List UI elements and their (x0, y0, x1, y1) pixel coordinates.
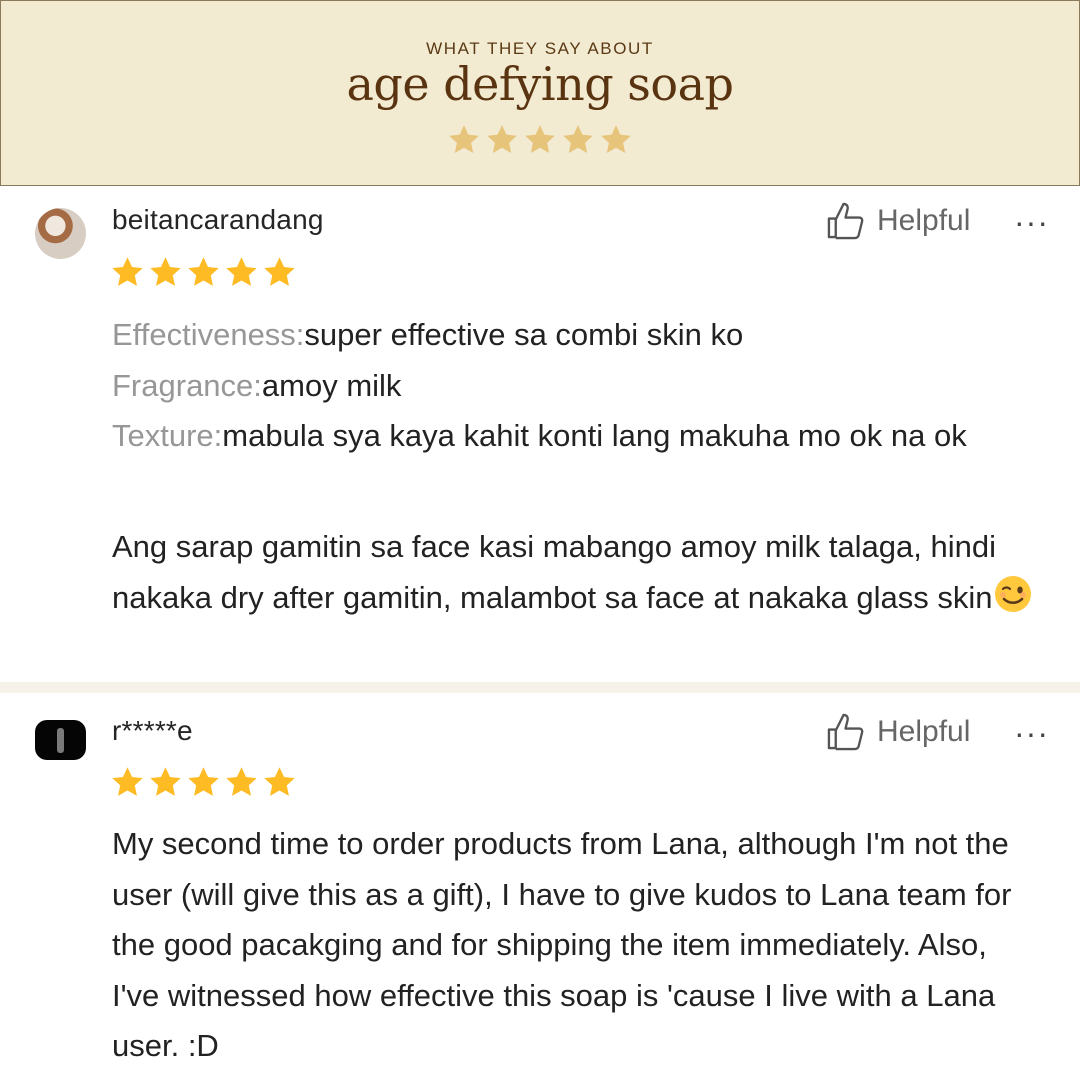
winking-face-emoji-icon (994, 575, 1031, 612)
more-options-button[interactable]: ··· (1014, 202, 1049, 242)
more-options-button[interactable]: ··· (1014, 713, 1049, 753)
star-icon (150, 767, 181, 796)
review-header-banner: WHAT THEY SAY ABOUT age defying soap (0, 0, 1080, 186)
attribute-row: Fragrance:amoy milk (112, 361, 1042, 412)
helpful-label: Helpful (877, 203, 971, 237)
review-card: beitancarandang Helpful ··· Effectivenes… (0, 186, 1080, 682)
header-rating-stars (1, 123, 1079, 157)
review-rating-stars (110, 765, 297, 800)
review-attributes: Effectiveness:super effective sa combi s… (112, 310, 1042, 462)
header-star-icon (449, 125, 479, 154)
helpful-button[interactable]: Helpful (826, 711, 970, 752)
helpful-label: Helpful (877, 714, 971, 748)
attribute-label: Fragrance: (112, 367, 262, 403)
star-icon (226, 767, 257, 796)
review-separator (0, 682, 1080, 693)
star-icon (112, 767, 143, 796)
review-comment: My second time to order products from La… (112, 826, 1012, 1063)
attribute-row: Effectiveness:super effective sa combi s… (112, 310, 1042, 361)
review-comment: Ang sarap gamitin sa face kasi mabango a… (112, 522, 1042, 623)
user-avatar[interactable] (35, 720, 86, 760)
star-icon (264, 767, 295, 796)
avatar-figure (57, 728, 64, 753)
attribute-label: Effectiveness: (112, 317, 305, 352)
attribute-value: amoy milk (261, 367, 402, 403)
user-avatar[interactable] (35, 208, 86, 259)
attribute-value: mabula sya kaya kahit konti lang makuha … (222, 418, 967, 453)
reviewer-username[interactable]: r*****e (112, 715, 193, 747)
reviewer-username[interactable]: beitancarandang (112, 204, 324, 236)
star-icon (226, 257, 257, 286)
header-kicker: WHAT THEY SAY ABOUT (426, 39, 654, 58)
attribute-label: Texture: (112, 418, 223, 453)
star-icon (188, 257, 219, 286)
header-star-icon (563, 125, 593, 154)
header-star-icon (525, 125, 555, 154)
star-icon (188, 767, 219, 796)
header-star-icon (601, 125, 631, 154)
star-icon (264, 257, 295, 286)
review-comment-text: Ang sarap gamitin sa face kasi mabango a… (112, 529, 996, 615)
review-card: r*****e Helpful ··· My second time to or… (0, 693, 1080, 1080)
review-rating-stars (110, 255, 297, 290)
attribute-row: Texture:mabula sya kaya kahit konti lang… (112, 411, 1042, 462)
thumbs-up-icon (827, 202, 864, 240)
product-title: age defying soap (346, 57, 734, 111)
star-icon (112, 257, 143, 286)
attribute-value: super effective sa combi skin ko (304, 317, 744, 352)
header-star-icon (487, 125, 517, 154)
star-icon (150, 257, 181, 286)
thumbs-up-icon (827, 713, 864, 751)
helpful-button[interactable]: Helpful (826, 200, 970, 241)
